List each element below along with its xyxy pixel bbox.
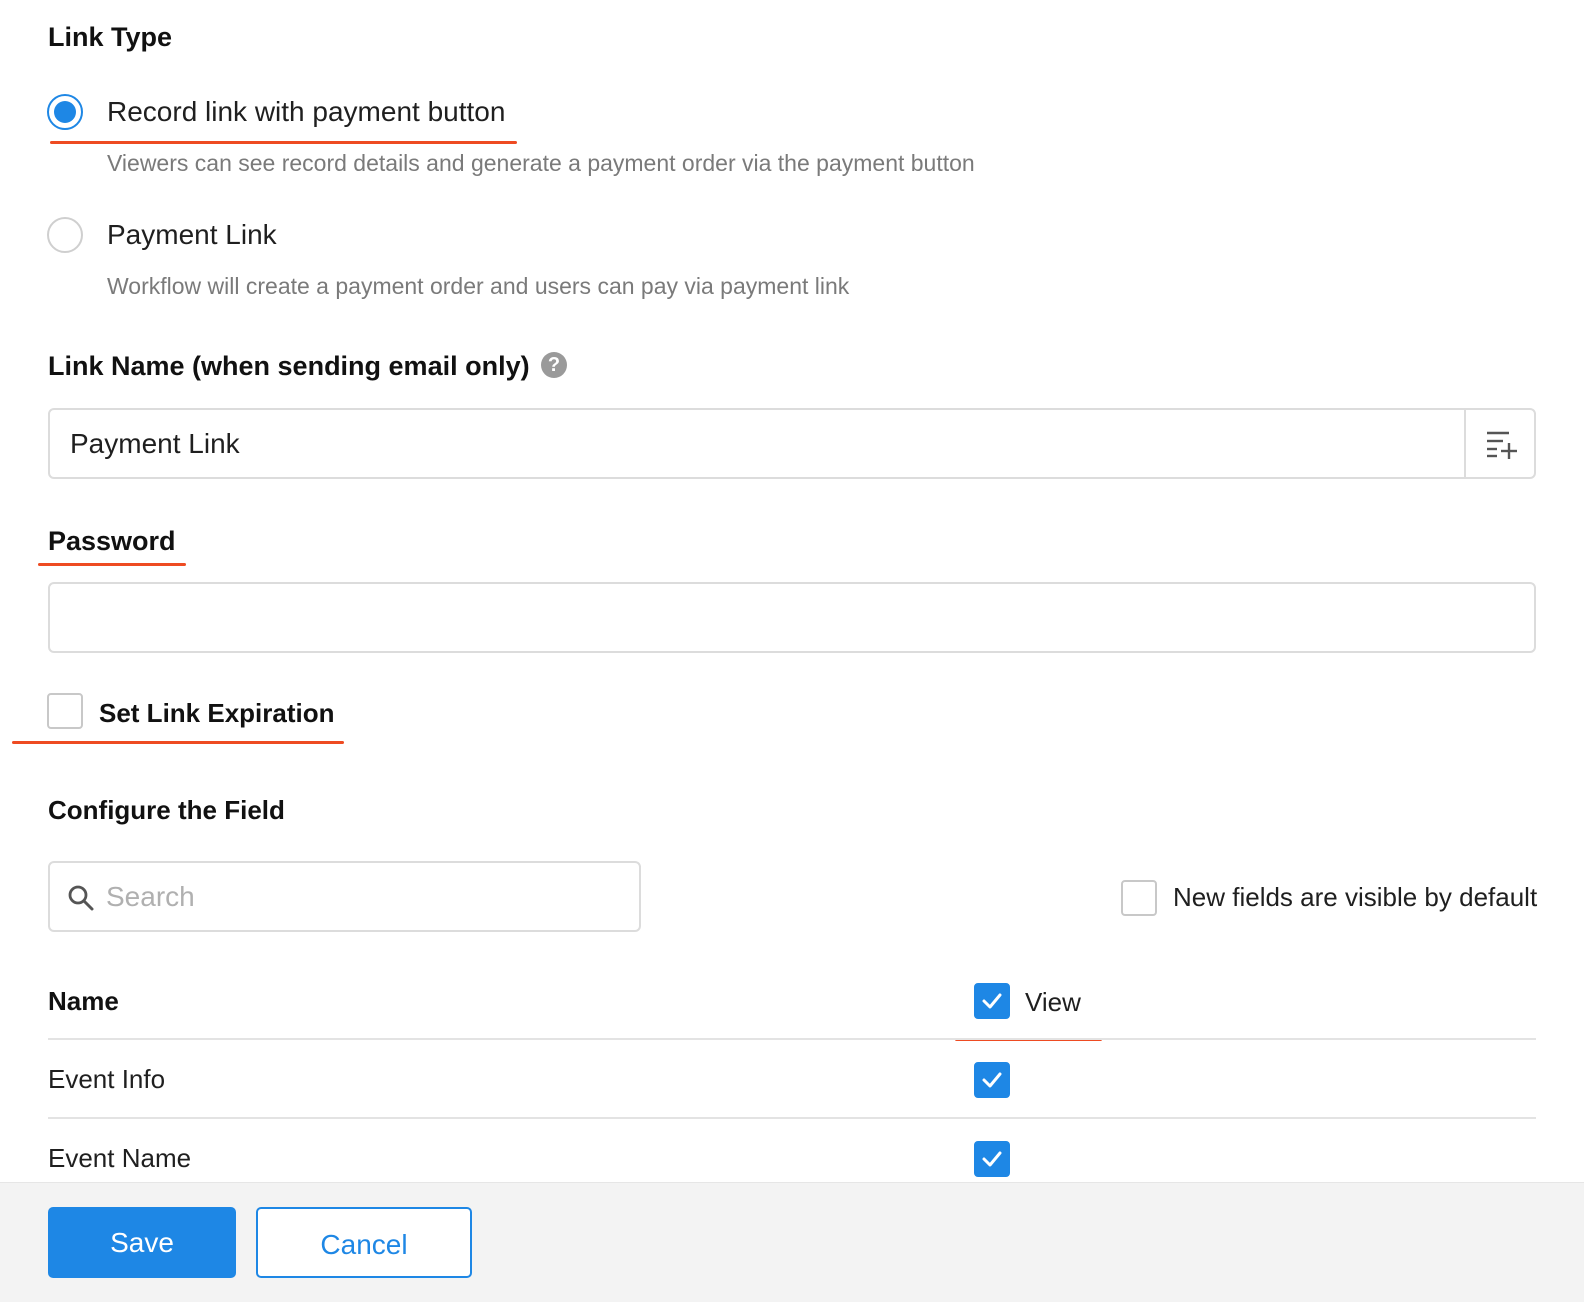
radio-payment-link[interactable] bbox=[47, 217, 83, 253]
save-button[interactable]: Save bbox=[48, 1207, 236, 1278]
radio-payment-link-label[interactable]: Payment Link bbox=[107, 219, 277, 251]
annotation-underline bbox=[50, 141, 517, 144]
expiration-label[interactable]: Set Link Expiration bbox=[99, 698, 335, 729]
column-header-name: Name bbox=[48, 986, 119, 1016]
view-all-checkbox[interactable] bbox=[974, 983, 1010, 1019]
table-row-name: Event Name bbox=[48, 1143, 192, 1173]
insert-field-icon bbox=[1487, 431, 1517, 459]
row-view-checkbox[interactable] bbox=[974, 1062, 1010, 1098]
radio-payment-link-description: Workflow will create a payment order and… bbox=[107, 273, 850, 299]
radio-record-link-label[interactable]: Record link with payment button bbox=[107, 96, 505, 128]
expiration-checkbox[interactable] bbox=[47, 693, 83, 729]
search-placeholder: Search bbox=[106, 881, 195, 912]
password-title: Password bbox=[48, 526, 176, 556]
search-input[interactable]: Search bbox=[48, 861, 641, 932]
configure-title: Configure the Field bbox=[48, 795, 285, 825]
link-name-field[interactable]: Payment Link bbox=[48, 408, 1536, 479]
check-icon bbox=[982, 1151, 1002, 1167]
password-field[interactable] bbox=[48, 582, 1536, 653]
column-header-view: View bbox=[1025, 987, 1081, 1017]
table-row-name: Event Info bbox=[48, 1064, 166, 1094]
search-icon bbox=[68, 885, 94, 911]
link-type-title: Link Type bbox=[48, 22, 173, 52]
check-icon bbox=[982, 993, 1002, 1009]
new-fields-visible-label[interactable]: New fields are visible by default bbox=[1173, 882, 1537, 913]
radio-record-link-description: Viewers can see record details and gener… bbox=[107, 150, 975, 176]
footer-bar: Save Cancel bbox=[0, 1182, 1584, 1302]
radio-record-link[interactable] bbox=[47, 94, 83, 130]
help-icon[interactable]: ? bbox=[541, 352, 567, 378]
insert-field-button[interactable] bbox=[1464, 410, 1536, 477]
link-name-title: Link Name (when sending email only) bbox=[48, 351, 530, 381]
cancel-button[interactable]: Cancel bbox=[256, 1207, 472, 1278]
check-icon bbox=[982, 1072, 1002, 1088]
table-divider bbox=[48, 1038, 1536, 1040]
new-fields-visible-checkbox[interactable] bbox=[1121, 880, 1157, 916]
annotation-underline bbox=[38, 563, 186, 566]
table-divider bbox=[48, 1117, 1536, 1119]
row-view-checkbox[interactable] bbox=[974, 1141, 1010, 1177]
link-name-value: Payment Link bbox=[70, 428, 240, 459]
annotation-underline bbox=[12, 741, 344, 744]
